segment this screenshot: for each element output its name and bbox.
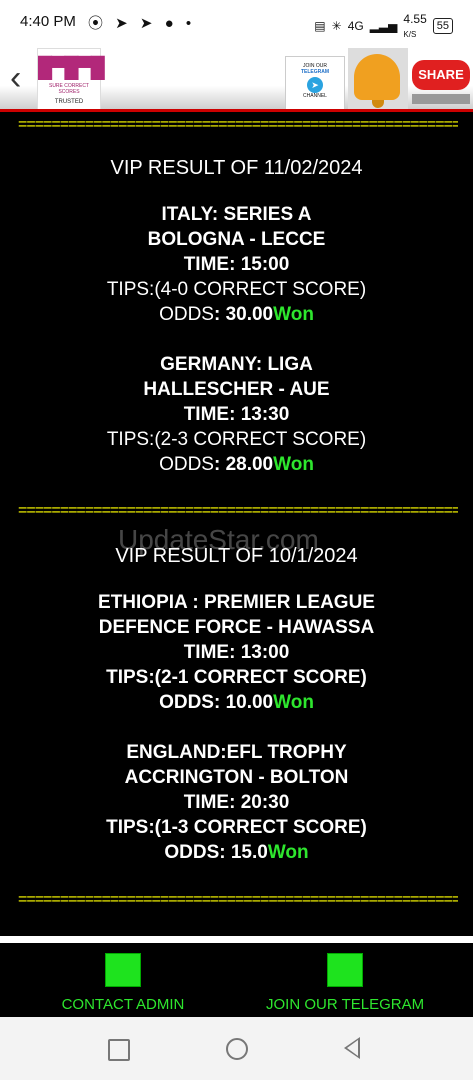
bluetooth-icon: ✳ — [331, 19, 342, 33]
recents-square-icon[interactable] — [108, 1039, 130, 1061]
section-divider — [0, 936, 473, 943]
match-time: TIME: 13:00 — [183, 642, 290, 663]
share-caption — [412, 94, 470, 104]
separator-line: ========================================… — [18, 891, 458, 908]
match-tips: TIPS:(2-1 CORRECT SCORE) — [106, 667, 367, 688]
join-telegram-label: JOIN OUR TELEGRAM — [266, 996, 425, 1013]
vibrate-icon: ▤ — [314, 19, 326, 33]
match-league: ITALY: SERIES A — [161, 204, 312, 225]
logo-text: SURE CORRECT SCORES — [48, 83, 89, 95]
match-tips: TIPS:(2-3 CORRECT SCORE) — [106, 429, 367, 450]
match-tips: TIPS:(4-0 CORRECT SCORE) — [106, 279, 367, 300]
separator-line: ========================================… — [18, 116, 458, 133]
status-time: 4:40 PM — [20, 13, 76, 30]
match-league: ENGLAND:EFL TROPHY — [126, 742, 347, 763]
match-tips: TIPS:(1-3 CORRECT SCORE) — [106, 817, 367, 838]
network-label: 4G — [347, 19, 364, 33]
signal-icon: ▂▃▅ — [369, 19, 398, 33]
match-time: TIME: 13:30 — [183, 404, 290, 425]
separator-line: ========================================… — [18, 502, 458, 519]
back-triangle-icon[interactable] — [344, 1037, 360, 1059]
match-card: ENGLAND:EFL TROPHY ACCRINGTON - BOLTON T… — [0, 740, 473, 865]
result-title: VIP RESULT OF 10/1/2024 — [115, 545, 358, 567]
match-odds: ODDS: 30.00Won — [159, 304, 314, 325]
logo-trusted: TRUSTED — [54, 99, 84, 105]
join-telegram-button[interactable]: JOIN OUR TELEGRAM — [266, 953, 424, 1013]
system-nav-bar — [0, 1017, 473, 1080]
telegram-icon: ➤ — [307, 77, 323, 93]
match-odds: ODDS: 28.00Won — [159, 454, 314, 475]
app-logo: █▀█▀█ SURE CORRECT SCORES TRUSTED — [37, 48, 105, 110]
back-arrow-icon[interactable]: ‹ — [10, 58, 21, 98]
won-badge: Won — [273, 454, 314, 475]
match-card: GERMANY: LIGA HALLESCHER - AUE TIME: 13:… — [0, 352, 473, 477]
logo-mark-icon: █▀█▀█ — [38, 57, 105, 79]
header-divider — [0, 109, 473, 112]
match-time: TIME: 15:00 — [183, 254, 290, 275]
match-league: GERMANY: LIGA — [160, 354, 313, 375]
telegram-banner[interactable]: JOIN OUR TELEGRAM ➤ CHANNEL — [285, 56, 345, 110]
contact-square-icon — [105, 953, 141, 987]
match-teams: HALLESCHER - AUE — [143, 379, 330, 400]
status-right: ▤ ✳ 4G ▂▃▅ 4.55 K/S 55 — [314, 12, 453, 40]
notification-icons: ⦿ ➤ ➤ ● • — [88, 15, 196, 32]
match-teams: ACCRINGTON - BOLTON — [124, 767, 349, 788]
match-card: ETHIOPIA : PREMIER LEAGUE DEFENCE FORCE … — [0, 590, 473, 715]
contact-admin-label: CONTACT ADMIN — [61, 996, 185, 1013]
match-league: ETHIOPIA : PREMIER LEAGUE — [98, 592, 375, 613]
match-teams: DEFENCE FORCE - HAWASSA — [98, 617, 375, 638]
result-title: VIP RESULT OF 11/02/2024 — [110, 157, 363, 179]
battery-icon: 55 — [432, 18, 453, 34]
match-teams: BOLOGNA - LECCE — [147, 229, 326, 250]
telegram-square-icon — [327, 953, 363, 987]
match-time: TIME: 20:30 — [183, 792, 290, 813]
won-badge: Won — [273, 304, 314, 325]
bottom-action-bar: CONTACT ADMIN JOIN OUR TELEGRAM — [0, 943, 473, 1017]
match-odds: ODDS: 15.0Won — [164, 842, 309, 863]
home-circle-icon[interactable] — [226, 1038, 248, 1060]
app-header: ‹ █▀█▀█ SURE CORRECT SCORES TRUSTED JOIN… — [0, 46, 473, 112]
bell-icon[interactable] — [348, 48, 408, 110]
contact-admin-button[interactable]: CONTACT ADMIN — [60, 953, 186, 1013]
match-odds: ODDS: 10.00Won — [159, 692, 314, 713]
speed-readout: 4.55 K/S — [403, 12, 427, 39]
won-badge: Won — [267, 842, 309, 863]
share-button[interactable]: SHARE — [412, 60, 470, 90]
match-card: ITALY: SERIES A BOLOGNA - LECCE TIME: 15… — [0, 202, 473, 327]
won-badge: Won — [273, 692, 314, 713]
status-bar: 4:40 PM ⦿ ➤ ➤ ● • ▤ ✳ 4G ▂▃▅ 4.55 K/S 55 — [0, 0, 473, 46]
